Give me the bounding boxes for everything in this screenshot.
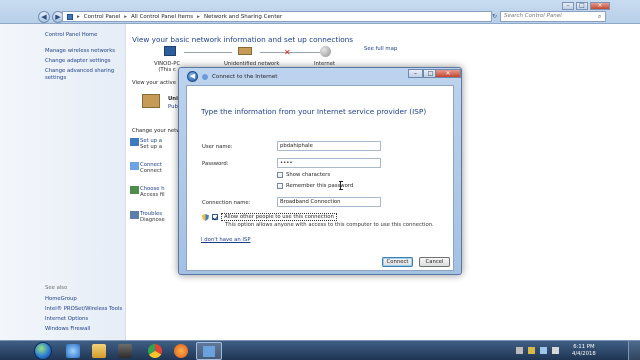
chrome-icon[interactable] [148, 344, 162, 358]
task-homegroup[interactable]: Choose h Access fil [140, 186, 165, 198]
page-title: View your basic network information and … [132, 35, 354, 44]
show-characters-checkbox[interactable]: Show characters [277, 172, 330, 178]
password-label: Password: [202, 161, 229, 167]
no-isp-link[interactable]: I don't have an ISP [201, 237, 251, 243]
windows-firewall-link[interactable]: Windows Firewall [45, 326, 90, 332]
see-full-map-link[interactable]: See full map [364, 46, 397, 52]
connection-name-label: Connection name: [202, 200, 251, 206]
allow-others-row[interactable]: Allow other people to use this connectio… [202, 213, 337, 221]
refresh-icon[interactable]: ↻ [492, 11, 500, 22]
connect-button[interactable]: Connect [382, 257, 413, 267]
dialog-close-button[interactable]: ✕ [435, 69, 461, 78]
taskbar-clock[interactable]: 6:11 PM 4/4/2018 [572, 344, 596, 358]
username-field[interactable]: pbdahiphale [277, 141, 381, 151]
view-active-networks-label: View your active ne [132, 80, 185, 86]
change-advanced-sharing-link-line2[interactable]: settings [45, 75, 66, 81]
show-desktop-button[interactable] [628, 341, 640, 360]
dialog-titlebar: ◀ Connect to the Internet [187, 70, 277, 83]
minimize-button[interactable]: – [562, 2, 574, 10]
tray-network-icon[interactable] [540, 347, 547, 354]
change-network-settings-label: Change your netw [132, 128, 181, 134]
clock-date: 4/4/2018 [572, 351, 596, 357]
task-setup[interactable]: Set up a Set up a [140, 138, 162, 150]
dialog-minimize-button[interactable]: – [408, 69, 423, 78]
connect-to-internet-dialog: ◀ Connect to the Internet – □ ✕ Type the… [178, 67, 462, 275]
task-homegroup-desc: Access fil [140, 192, 165, 198]
change-adapter-link[interactable]: Change adapter settings [45, 58, 111, 64]
clock-time: 6:11 PM [573, 344, 595, 350]
troubleshoot-icon [130, 211, 139, 219]
shield-icon [202, 213, 209, 221]
internet-options-link[interactable]: Internet Options [45, 316, 88, 322]
connect-network-icon [130, 162, 139, 170]
bench-icon [142, 94, 160, 108]
folder-icon[interactable] [92, 344, 106, 358]
cancel-button[interactable]: Cancel [419, 257, 450, 267]
password-field[interactable]: •••• [277, 158, 381, 168]
network-globe-icon [202, 73, 208, 80]
tray-arrow-icon[interactable] [516, 347, 523, 354]
manage-wireless-link[interactable]: Manage wireless networks [45, 48, 115, 54]
close-button[interactable]: ✕ [590, 2, 610, 10]
firefox-icon[interactable] [174, 344, 188, 358]
connection-name-field[interactable]: Broadband Connection [277, 197, 381, 207]
computer-icon [164, 46, 176, 56]
task-connect[interactable]: Connect Connect [140, 162, 162, 174]
intel-proset-link[interactable]: Intel® PROSet/Wireless Tools [45, 306, 122, 312]
remember-password-label: Remember this password [286, 183, 354, 189]
taskbar: 6:11 PM 4/4/2018 [0, 340, 640, 360]
start-button[interactable] [34, 342, 52, 360]
show-characters-label: Show characters [286, 172, 331, 178]
explorer-titlebar: – □ ✕ ◀ ▶ ▸ Control Panel ▸ All Control … [0, 0, 640, 24]
remember-password-box[interactable] [277, 183, 283, 189]
control-panel-taskbar-icon [203, 346, 215, 357]
computer-sub: (This c [158, 67, 176, 73]
tray-flag-icon[interactable] [528, 347, 535, 354]
breadcrumb-separator: ▸ [77, 13, 80, 20]
globe-icon [320, 46, 331, 57]
task-troubleshoot[interactable]: Troubles Diagnose [140, 211, 165, 223]
network-sharing-taskbar-button[interactable] [196, 342, 222, 360]
ie-icon[interactable] [66, 344, 80, 358]
control-panel-home-link[interactable]: Control Panel Home [45, 32, 97, 38]
task-troubleshoot-desc: Diagnose [140, 217, 165, 223]
text-cursor-icon [339, 181, 343, 190]
maximize-button[interactable]: □ [576, 2, 588, 10]
control-panel-icon [67, 13, 73, 20]
allow-others-checkbox[interactable] [212, 214, 218, 220]
breadcrumb-separator: ▸ [197, 13, 200, 20]
search-icon[interactable]: ⌕ [598, 11, 606, 22]
username-label: User name: [202, 144, 233, 150]
dialog-body: Type the information from your Internet … [186, 85, 454, 271]
address-bar[interactable]: ▸ Control Panel ▸ All Control Panel Item… [62, 11, 492, 22]
breadcrumb-control-panel[interactable]: Control Panel [84, 14, 120, 20]
media-player-icon[interactable] [118, 344, 132, 358]
back-icon[interactable]: ◀ [38, 11, 50, 23]
computer-node-label: VINOD-PC (This c [154, 61, 180, 73]
left-navigation-panel: Control Panel Home Manage wireless netwo… [0, 24, 126, 340]
breadcrumb-network-sharing[interactable]: Network and Sharing Center [204, 14, 282, 20]
allow-others-label: Allow other people to use this connectio… [221, 213, 337, 221]
network-map-line [184, 52, 232, 53]
network-bench-icon [238, 47, 252, 55]
dialog-title: Connect to the Internet [212, 73, 278, 80]
breadcrumb-separator: ▸ [124, 13, 127, 20]
task-setup-desc: Set up a [140, 144, 163, 150]
task-connect-desc: Connect [140, 168, 162, 174]
dialog-back-icon[interactable]: ◀ [187, 71, 198, 82]
homegroup-icon [130, 186, 139, 194]
change-advanced-sharing-link[interactable]: Change advanced sharing [45, 68, 114, 74]
show-characters-box[interactable] [277, 172, 283, 178]
setup-connection-icon [130, 138, 139, 146]
see-also-header: See also [45, 285, 68, 291]
disconnected-x-icon: ✕ [284, 48, 291, 57]
homegroup-link[interactable]: HomeGroup [45, 296, 77, 302]
breadcrumb-all-items[interactable]: All Control Panel Items [131, 14, 193, 20]
dialog-heading: Type the information from your Internet … [201, 107, 427, 116]
tray-volume-icon[interactable] [552, 347, 559, 354]
search-input[interactable]: Search Control Panel [500, 11, 606, 22]
allow-others-description: This option allows anyone with access to… [225, 222, 434, 228]
